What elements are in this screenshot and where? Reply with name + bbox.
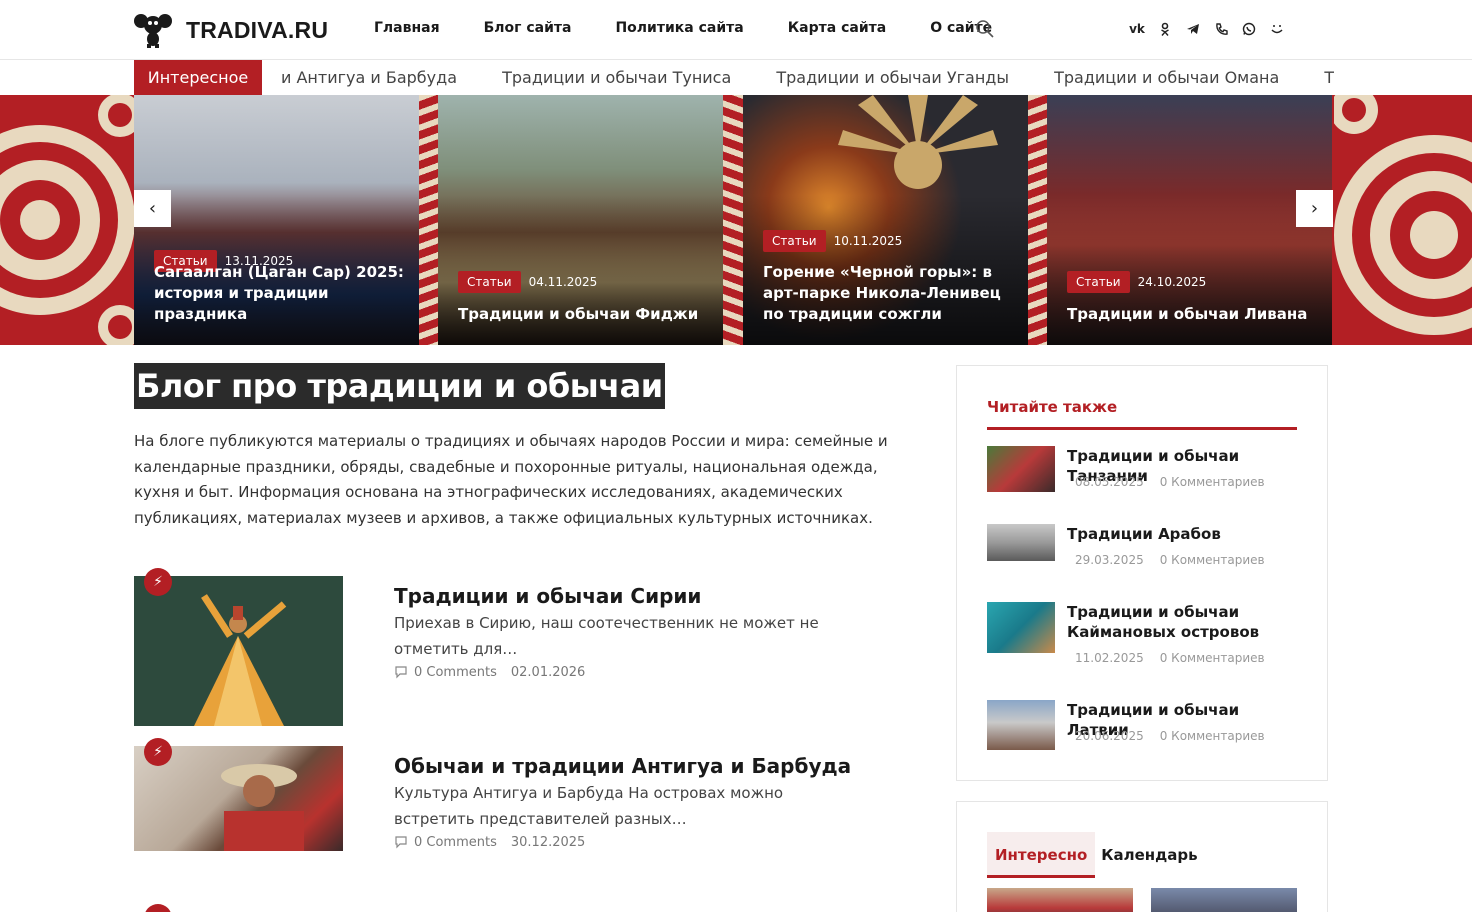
- ticker-track: и Антигуа и Барбуда Традиции и обычаи Ту…: [262, 60, 1334, 95]
- sidebar-thumbnail[interactable]: [987, 602, 1055, 653]
- post-item: ⚡ Обычаи и традиции Антигуа и Барбуда Ку…: [134, 738, 894, 851]
- post-comments[interactable]: 0 Comments: [414, 835, 497, 850]
- slide-title[interactable]: Традиции и обычаи Ливана: [1067, 304, 1318, 325]
- post-meta: 0 Comments 30.12.2025: [394, 835, 585, 850]
- post-comments[interactable]: 0 Comments: [414, 665, 497, 680]
- slide-divider: [419, 95, 438, 345]
- slide-meta: Статьи 24.10.2025: [1067, 271, 1206, 293]
- ornament-right: [1334, 95, 1472, 345]
- slide-card[interactable]: Статьи 10.11.2025 Горение «Черной горы»:…: [743, 95, 1028, 345]
- read-also-widget: Читайте также Традиции и обычаи Танзании…: [956, 365, 1328, 781]
- sidebar-post-comments: 0 Комментариев: [1159, 729, 1265, 743]
- ticker-item[interactable]: и Антигуа и Барбуда: [281, 60, 457, 95]
- tab-calendar[interactable]: Календарь: [1095, 832, 1205, 878]
- category-badge[interactable]: Статьи: [458, 271, 521, 293]
- sidebar-post-date: 20.06.2025: [1075, 729, 1144, 743]
- slide-meta: Статьи 04.11.2025: [458, 271, 597, 293]
- slide-card[interactable]: Статьи 24.10.2025 Традиции и обычаи Лива…: [1047, 95, 1332, 345]
- sidebar-post-title[interactable]: Традиции Арабов: [1067, 524, 1297, 544]
- telegram-icon[interactable]: [1184, 19, 1202, 39]
- lightning-icon: ⚡: [144, 568, 172, 596]
- sidebar-post[interactable]: Традиции и обычаи Каймановых островов 11…: [987, 602, 1297, 665]
- slide-title[interactable]: Традиции и обычаи Фиджи: [458, 304, 709, 325]
- post-title[interactable]: Традиции и обычаи Сирии: [394, 584, 701, 608]
- post-date: 30.12.2025: [510, 835, 586, 850]
- post-meta: 0 Comments 02.01.2026: [394, 665, 585, 680]
- nav-blog[interactable]: Блог сайта: [484, 20, 572, 36]
- social-links: vk: [1128, 19, 1286, 39]
- post-date: 02.01.2026: [510, 665, 586, 680]
- whatsapp-icon[interactable]: [1240, 19, 1258, 39]
- ticker-item[interactable]: Традиции и обычаи Туниса: [502, 60, 731, 95]
- sidebar-thumbnail[interactable]: [987, 524, 1055, 561]
- sidebar-post-comments: 0 Комментариев: [1159, 553, 1265, 567]
- sidebar-post-date: 08.05.2025: [1075, 475, 1144, 489]
- nav-sitemap[interactable]: Карта сайта: [788, 20, 886, 36]
- tabs-widget: Интересно Календарь: [956, 801, 1328, 912]
- slide-divider: [1028, 95, 1047, 345]
- max-icon[interactable]: [1268, 19, 1286, 39]
- tab-interesting[interactable]: Интересно: [987, 832, 1096, 878]
- featured-slider: Статьи 13.11.2025 Сагаалган (Цаган Сар) …: [0, 95, 1472, 345]
- sidebar-post-date: 29.03.2025: [1075, 553, 1144, 567]
- category-badge[interactable]: Статьи: [763, 230, 826, 252]
- slide-title[interactable]: Горение «Черной горы»: в арт-парке Никол…: [763, 262, 1014, 325]
- main-nav: Главная Блог сайта Политика сайта Карта …: [374, 20, 1036, 36]
- sidebar-post-date: 11.02.2025: [1075, 651, 1144, 665]
- slide-title[interactable]: Сагаалган (Цаган Сар) 2025: история и тр…: [154, 262, 405, 325]
- slider-next-button[interactable]: ›: [1296, 190, 1333, 227]
- sidebar-thumbnail[interactable]: [987, 446, 1055, 492]
- comment-icon: [395, 666, 407, 679]
- post-excerpt: Культура Антигуа и Барбуда На островах м…: [394, 784, 784, 828]
- nav-policy[interactable]: Политика сайта: [615, 20, 743, 36]
- nav-home[interactable]: Главная: [374, 20, 440, 36]
- sidebar-post-title[interactable]: Традиции и обычаи Каймановых островов: [1067, 602, 1297, 642]
- slide-card[interactable]: Статьи 04.11.2025 Традиции и обычаи Фидж…: [438, 95, 723, 345]
- widget-tabs: Интересно Календарь: [987, 832, 1206, 878]
- ok-icon[interactable]: [1156, 19, 1174, 39]
- sidebar-post[interactable]: Традиции и обычаи Латвии 20.06.2025 0 Ко…: [987, 700, 1297, 750]
- slide-meta: Статьи 10.11.2025: [763, 230, 902, 252]
- ticker-item[interactable]: Традиции и обычаи: [1324, 60, 1334, 95]
- post-title[interactable]: Обычаи и традиции Антигуа и Барбуда: [394, 754, 851, 778]
- tab-post-thumbnail[interactable]: [987, 888, 1133, 912]
- lightning-icon: [144, 904, 172, 912]
- category-badge[interactable]: Статьи: [1067, 271, 1130, 293]
- logo-text: TRADIVA.RU: [186, 16, 329, 43]
- page-title: Блог про традиции и обычаи: [134, 363, 665, 409]
- sidebar-thumbnail[interactable]: [987, 700, 1055, 750]
- ornament-left: [0, 95, 134, 345]
- vk-icon[interactable]: vk: [1128, 19, 1146, 39]
- logo[interactable]: TRADIVA.RU: [134, 12, 328, 48]
- slide-date: 24.10.2025: [1137, 275, 1207, 289]
- post-excerpt: Приехав в Сирию, наш соотечественник не …: [394, 614, 819, 658]
- widget-underline: [987, 427, 1297, 430]
- post-thumbnail[interactable]: [134, 576, 343, 726]
- phone-icon[interactable]: [1212, 19, 1230, 39]
- cheburashka-logo-icon: [134, 14, 172, 48]
- tab-post-thumbnail[interactable]: [1151, 888, 1297, 912]
- slider-prev-button[interactable]: ‹: [134, 190, 171, 227]
- slide-card[interactable]: Статьи 13.11.2025 Сагаалган (Цаган Сар) …: [134, 95, 419, 345]
- sidebar-post[interactable]: Традиции Арабов 29.03.2025 0 Комментарие…: [987, 524, 1297, 567]
- intro-text: На блоге публикуются материалы о традици…: [134, 432, 888, 527]
- post-item: ⚡ Традиции и обычаи Сирии Приехав в Сири…: [134, 568, 894, 726]
- slide-date: 04.11.2025: [528, 275, 598, 289]
- lightning-icon: ⚡: [144, 738, 172, 766]
- search-icon[interactable]: [974, 18, 996, 40]
- sidebar-post[interactable]: Традиции и обычаи Танзании 08.05.2025 0 …: [987, 446, 1297, 492]
- widget-title: Читайте также: [987, 398, 1118, 416]
- ticker-item[interactable]: Традиции и обычаи Уганды: [776, 60, 1009, 95]
- sidebar-post-comments: 0 Комментариев: [1159, 475, 1265, 489]
- sidebar-post-comments: 0 Комментариев: [1159, 651, 1265, 665]
- ticker-item[interactable]: Традиции и обычаи Омана: [1054, 60, 1279, 95]
- news-ticker: Интересное и Антигуа и Барбуда Традиции …: [0, 60, 1472, 95]
- slide-date: 10.11.2025: [833, 234, 903, 248]
- site-header: TRADIVA.RU Главная Блог сайта Политика с…: [0, 0, 1472, 60]
- whirling-dervish-image: [194, 594, 287, 726]
- comment-icon: [395, 836, 407, 849]
- slide-divider: [723, 95, 743, 345]
- ticker-label: Интересное: [134, 60, 262, 95]
